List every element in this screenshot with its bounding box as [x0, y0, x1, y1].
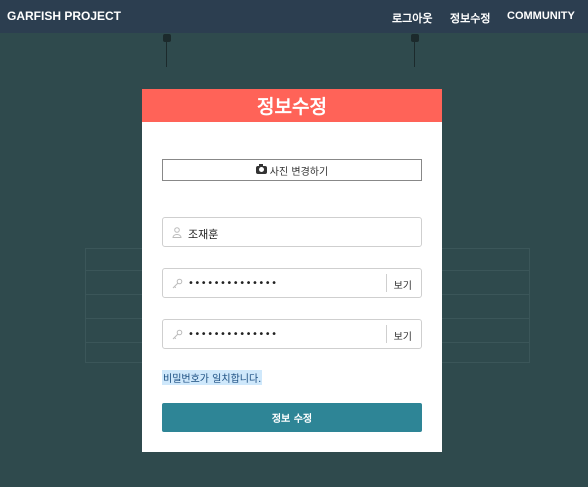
- edit-profile-modal: 정보수정 사진 변경하기 조재훈 •••••••••••••• 보기 •••••…: [142, 89, 442, 452]
- key-icon: [172, 278, 183, 289]
- pin-icon: [411, 34, 419, 42]
- divider: [386, 325, 387, 343]
- change-photo-label: 사진 변경하기: [269, 166, 329, 178]
- password-confirm-field[interactable]: •••••••••••••• 보기: [162, 319, 422, 349]
- password-field[interactable]: •••••••••••••• 보기: [162, 268, 422, 298]
- brand-logo[interactable]: GARFISH PROJECT: [7, 9, 121, 23]
- key-icon: [172, 329, 183, 340]
- top-navbar: GARFISH PROJECT 로그아웃 정보수정 COMMUNITY: [0, 0, 588, 33]
- modal-title: 정보수정: [257, 96, 327, 118]
- pin-line: [166, 37, 167, 67]
- password-value: ••••••••••••••: [188, 278, 278, 289]
- modal-header: 정보수정: [142, 89, 442, 122]
- pin-line: [414, 37, 415, 67]
- show-password-confirm-button[interactable]: 보기: [394, 328, 412, 343]
- nav-community[interactable]: COMMUNITY: [507, 10, 575, 22]
- change-photo-button[interactable]: 사진 변경하기: [162, 159, 422, 181]
- show-password-button[interactable]: 보기: [394, 277, 412, 292]
- nav-edit-profile[interactable]: 정보수정: [450, 10, 490, 26]
- password-match-message: 비밀번호가 일치합니다.: [162, 370, 263, 385]
- name-field[interactable]: 조재훈: [162, 217, 422, 247]
- pin-icon: [163, 34, 171, 42]
- submit-edit-button[interactable]: 정보 수정: [162, 403, 422, 432]
- nav-logout[interactable]: 로그아웃: [392, 10, 432, 26]
- password-confirm-value: ••••••••••••••: [188, 329, 278, 340]
- name-value: 조재훈: [188, 228, 219, 241]
- camera-icon: [255, 164, 267, 174]
- user-icon: [172, 227, 182, 238]
- divider: [386, 274, 387, 292]
